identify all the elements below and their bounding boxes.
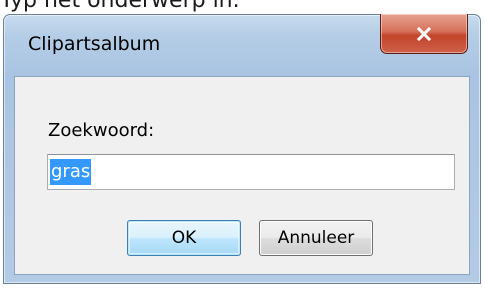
dialog-title: Clipartsalbum	[28, 33, 161, 55]
dialog-window: Clipartsalbum Zoekwoord: gras OK Annulee…	[3, 14, 481, 284]
search-input-value: gras	[50, 159, 92, 185]
background-instruction-text: Typ het onderwerp in.	[0, 0, 240, 13]
close-icon	[416, 26, 432, 41]
close-button[interactable]	[380, 14, 468, 54]
search-input[interactable]: gras	[47, 154, 455, 190]
search-label: Zoekwoord:	[48, 120, 155, 141]
cancel-button[interactable]: Annuleer	[259, 220, 373, 256]
dialog-content: Zoekwoord: gras OK Annuleer	[14, 76, 470, 275]
ok-button[interactable]: OK	[127, 220, 241, 256]
